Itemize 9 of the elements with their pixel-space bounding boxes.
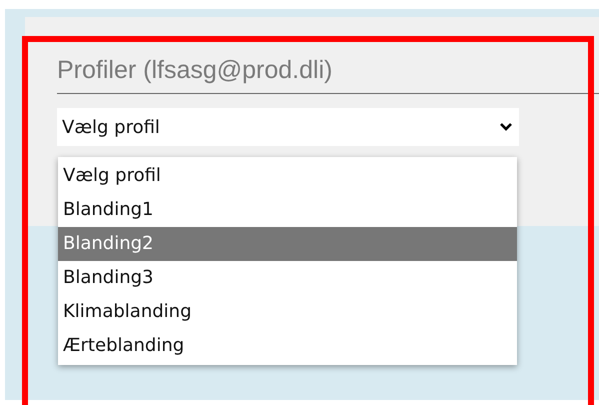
- dropdown-option[interactable]: Ærteblanding: [58, 329, 517, 363]
- dropdown-option[interactable]: Blanding1: [58, 193, 517, 227]
- dropdown-option[interactable]: Vælg profil: [58, 159, 517, 193]
- chevron-down-icon: [499, 122, 513, 132]
- dropdown-option[interactable]: Blanding2: [58, 227, 517, 261]
- profile-select[interactable]: Vælg profil: [57, 108, 519, 146]
- dropdown-option[interactable]: Klimablanding: [58, 295, 517, 329]
- panel-title: Profiler (lfsasg@prod.dli): [57, 55, 332, 85]
- dropdown-option[interactable]: Blanding3: [58, 261, 517, 295]
